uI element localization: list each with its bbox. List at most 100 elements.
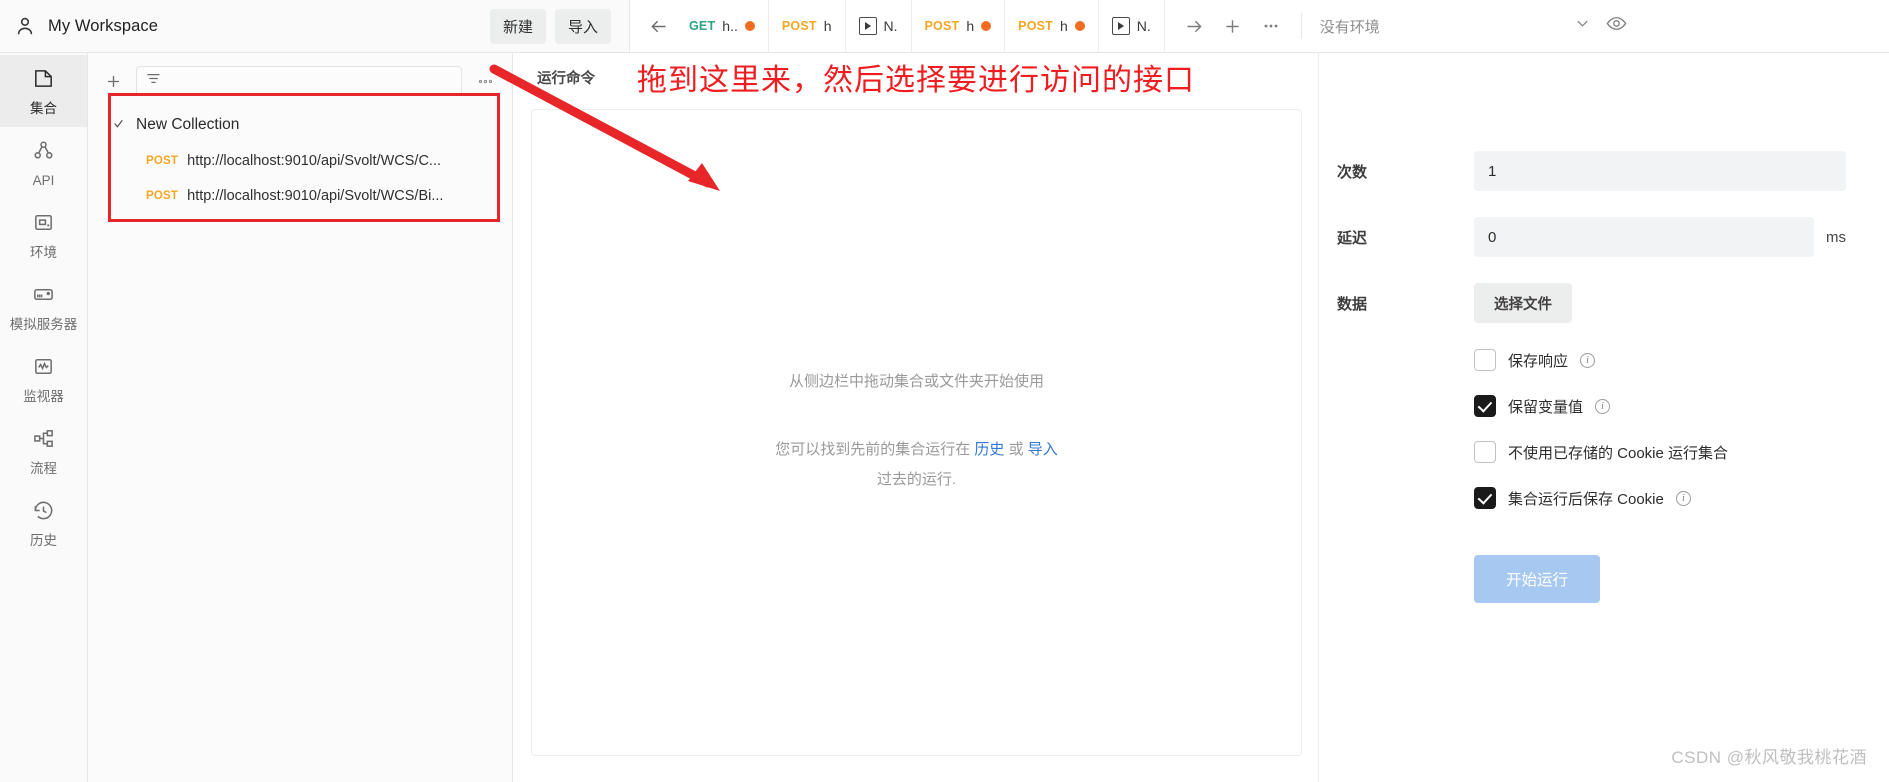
- tab-method: POST: [924, 19, 960, 33]
- tab-bar: GET h.. POST h N. POST h POST h N. 没有环境: [630, 0, 1889, 53]
- eye-icon[interactable]: [1606, 13, 1627, 39]
- person-icon: [14, 15, 36, 37]
- collection-root-New-Collection[interactable]: New Collection: [88, 107, 512, 143]
- drop-area[interactable]: 从侧边栏中拖动集合或文件夹开始使用 您可以找到先前的集合运行在 历史 或 导入 …: [531, 109, 1302, 756]
- tab-5[interactable]: N.: [1099, 0, 1165, 53]
- checkbox[interactable]: [1474, 441, 1496, 463]
- delay-input[interactable]: [1474, 217, 1814, 257]
- history-icon: [32, 499, 55, 527]
- top-bar: My Workspace 新建 导入 GET h.. POST h N. POST h POS…: [0, 0, 1889, 53]
- main-body: 集合 API 环境 模拟服务器 监视器 流程 历史 New Collection…: [0, 53, 1889, 782]
- tab-actions: [1165, 10, 1293, 42]
- rail-item-流程[interactable]: 流程: [0, 415, 87, 487]
- delay-row: 延迟 ms: [1319, 217, 1889, 257]
- collection-runner: 运行命令 从侧边栏中拖动集合或文件夹开始使用 您可以找到先前的集合运行在 历史 …: [513, 53, 1889, 782]
- unsaved-dot: [981, 21, 992, 31]
- collection-tree: New Collection POST http://localhost:9010…: [88, 103, 512, 213]
- annotation-text: 拖到这里来，然后选择要进行访问的接口: [637, 64, 1195, 97]
- filter-icon: [145, 70, 162, 92]
- option-label: 集合运行后保存 Cookie: [1508, 490, 1664, 508]
- tab-4[interactable]: POST h: [1005, 0, 1099, 53]
- rail-item-label: API: [32, 172, 55, 188]
- tab-method: GET: [689, 19, 716, 33]
- rail-item-label: 历史: [30, 532, 57, 548]
- info-icon[interactable]: i: [1595, 398, 1611, 414]
- start-run-button[interactable]: 开始运行: [1474, 555, 1600, 603]
- chevron-down-icon[interactable]: [1573, 14, 1592, 38]
- filter-input[interactable]: [136, 66, 462, 96]
- tab-method: POST: [781, 19, 817, 33]
- select-file-button[interactable]: 选择文件: [1474, 283, 1572, 323]
- arrow-right-icon[interactable]: [1179, 10, 1211, 42]
- iterations-input[interactable]: [1474, 151, 1846, 191]
- tab-name: h: [1060, 18, 1068, 34]
- option-label: 保留变量值: [1508, 398, 1584, 416]
- environment-icon: [32, 211, 55, 239]
- runner-history-hint: 您可以找到先前的集合运行在 历史 或 导入 过去的运行.: [775, 435, 1058, 495]
- plus-icon[interactable]: [1217, 10, 1249, 42]
- left-rail: 集合 API 环境模拟服务器监视器流程历史: [0, 53, 88, 782]
- rail-item-label: 流程: [30, 460, 57, 476]
- rail-item-API[interactable]: API: [0, 127, 87, 199]
- option-label: 不使用已存储的 Cookie 运行集合: [1508, 444, 1729, 462]
- runner-options-list: 保存响应 i 保留变量值 i 不使用已存储的 Cookie 运行集合 集合运行后保存 Co…: [1319, 349, 1889, 509]
- api-icon: [32, 139, 55, 167]
- tab-method: POST: [1018, 19, 1053, 33]
- tab-1[interactable]: POST h: [769, 0, 846, 53]
- iterations-row: 次数: [1319, 151, 1889, 191]
- request-method: POST: [146, 189, 179, 202]
- iterations-label: 次数: [1337, 163, 1368, 181]
- option-row: 保存响应 i: [1474, 349, 1889, 371]
- ellipsis-icon[interactable]: [1255, 10, 1287, 42]
- rail-item-历史[interactable]: 历史: [0, 487, 87, 559]
- tab-0[interactable]: GET h..: [676, 0, 769, 53]
- info-icon[interactable]: i: [1675, 490, 1691, 506]
- tab-name: h..: [722, 18, 738, 34]
- runner-icon: [1111, 17, 1130, 35]
- monitor-icon: [32, 355, 55, 383]
- new-button[interactable]: 新建: [489, 8, 546, 44]
- delay-unit: ms: [1826, 228, 1846, 246]
- history-or-text: 或: [1008, 441, 1024, 458]
- request-item[interactable]: POST http://localhost:9010/api/Svolt/WCS/…: [88, 178, 512, 213]
- option-label: 保存响应: [1508, 352, 1569, 370]
- collection-icon: [32, 67, 55, 95]
- collections-panel: New Collection POST http://localhost:9010…: [88, 53, 513, 782]
- info-icon[interactable]: i: [1580, 352, 1596, 368]
- tab-name: h: [966, 18, 975, 34]
- environment-selector[interactable]: 没有环境: [1300, 13, 1641, 39]
- checkbox[interactable]: [1474, 487, 1496, 509]
- ellipsis-icon[interactable]: [472, 73, 498, 90]
- data-row: 数据 选择文件: [1319, 283, 1889, 323]
- rail-item-监视器[interactable]: 监视器: [0, 343, 87, 415]
- delay-label: 延迟: [1337, 229, 1368, 247]
- runner-icon: [858, 17, 877, 35]
- rail-item-集合[interactable]: 集合: [0, 55, 87, 127]
- import-link[interactable]: 导入: [1028, 441, 1058, 458]
- chevron-down-icon[interactable]: [112, 117, 123, 133]
- tab-2[interactable]: N.: [846, 0, 912, 53]
- option-row: 不使用已存储的 Cookie 运行集合: [1474, 441, 1889, 463]
- request-url: http://localhost:9010/api/Svolt/WCS/Bi..…: [187, 187, 444, 204]
- mock-server-icon: [32, 283, 55, 311]
- tab-name: N.: [1136, 18, 1151, 34]
- checkbox[interactable]: [1474, 349, 1496, 371]
- rail-item-环境[interactable]: 环境: [0, 199, 87, 271]
- tab-3[interactable]: POST h: [912, 0, 1006, 53]
- drop-hint-text: 从侧边栏中拖动集合或文件夹开始使用: [788, 373, 1044, 390]
- workspace-zone: My Workspace 新建 导入: [0, 0, 630, 52]
- rail-item-label: 模拟服务器: [9, 316, 78, 332]
- workspace-title: My Workspace: [48, 16, 159, 35]
- rail-item-模拟服务器[interactable]: 模拟服务器: [0, 271, 87, 343]
- unsaved-dot: [1074, 21, 1085, 31]
- plus-icon[interactable]: [100, 68, 126, 94]
- arrow-left-icon[interactable]: [640, 16, 676, 37]
- history-link[interactable]: 历史: [974, 441, 1004, 458]
- checkbox[interactable]: [1474, 395, 1496, 417]
- request-list: POST http://localhost:9010/api/Svolt/WCS/…: [88, 143, 512, 213]
- request-method: POST: [146, 154, 179, 167]
- option-row: 保留变量值 i: [1474, 395, 1889, 417]
- runner-settings-panel: 次数 延迟 ms 数据 选择文件 保存响应 i 保留变量值 i 不使用已存储的 Cook…: [1319, 53, 1889, 782]
- request-item[interactable]: POST http://localhost:9010/api/Svolt/WCS/…: [88, 143, 512, 178]
- import-button[interactable]: 导入: [554, 8, 611, 44]
